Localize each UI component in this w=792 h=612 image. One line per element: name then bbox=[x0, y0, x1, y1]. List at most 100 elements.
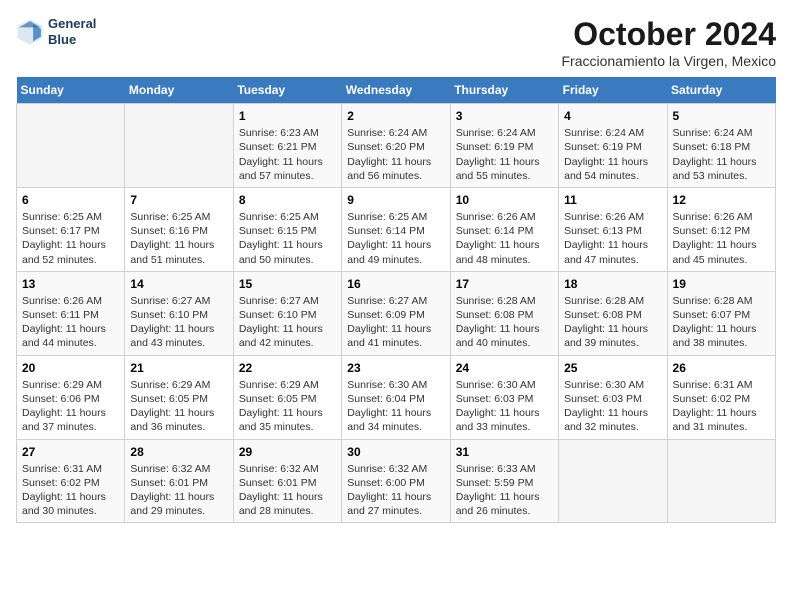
calendar-cell: 17Sunrise: 6:28 AMSunset: 6:08 PMDayligh… bbox=[450, 271, 558, 355]
cell-info: Daylight: 11 hours and 36 minutes. bbox=[130, 406, 227, 434]
cell-info: Sunset: 6:17 PM bbox=[22, 224, 119, 238]
calendar-cell: 20Sunrise: 6:29 AMSunset: 6:06 PMDayligh… bbox=[17, 355, 125, 439]
cell-info: Sunrise: 6:32 AM bbox=[347, 462, 444, 476]
day-number: 28 bbox=[130, 444, 227, 460]
cell-info: Sunrise: 6:30 AM bbox=[347, 378, 444, 392]
day-number: 6 bbox=[22, 192, 119, 208]
cell-info: Sunset: 6:16 PM bbox=[130, 224, 227, 238]
header-saturday: Saturday bbox=[667, 77, 775, 104]
cell-info: Daylight: 11 hours and 53 minutes. bbox=[673, 155, 770, 183]
cell-info: Sunset: 6:12 PM bbox=[673, 224, 770, 238]
day-number: 23 bbox=[347, 360, 444, 376]
day-number: 26 bbox=[673, 360, 770, 376]
cell-info: Sunset: 6:02 PM bbox=[673, 392, 770, 406]
cell-info: Sunset: 6:00 PM bbox=[347, 476, 444, 490]
day-number: 22 bbox=[239, 360, 336, 376]
day-number: 19 bbox=[673, 276, 770, 292]
cell-info: Sunset: 6:19 PM bbox=[564, 140, 661, 154]
cell-info: Daylight: 11 hours and 44 minutes. bbox=[22, 322, 119, 350]
cell-info: Sunrise: 6:28 AM bbox=[456, 294, 553, 308]
calendar-cell: 31Sunrise: 6:33 AMSunset: 5:59 PMDayligh… bbox=[450, 439, 558, 523]
cell-info: Daylight: 11 hours and 56 minutes. bbox=[347, 155, 444, 183]
cell-info: Sunset: 6:10 PM bbox=[130, 308, 227, 322]
day-number: 31 bbox=[456, 444, 553, 460]
day-number: 16 bbox=[347, 276, 444, 292]
calendar-cell: 21Sunrise: 6:29 AMSunset: 6:05 PMDayligh… bbox=[125, 355, 233, 439]
calendar-table: SundayMondayTuesdayWednesdayThursdayFrid… bbox=[16, 77, 776, 523]
day-number: 14 bbox=[130, 276, 227, 292]
header-row: SundayMondayTuesdayWednesdayThursdayFrid… bbox=[17, 77, 776, 104]
header-sunday: Sunday bbox=[17, 77, 125, 104]
cell-info: Sunrise: 6:25 AM bbox=[130, 210, 227, 224]
calendar-cell: 19Sunrise: 6:28 AMSunset: 6:07 PMDayligh… bbox=[667, 271, 775, 355]
cell-info: Daylight: 11 hours and 39 minutes. bbox=[564, 322, 661, 350]
cell-info: Sunrise: 6:23 AM bbox=[239, 126, 336, 140]
month-title: October 2024 bbox=[561, 16, 776, 53]
day-number: 20 bbox=[22, 360, 119, 376]
day-number: 25 bbox=[564, 360, 661, 376]
calendar-cell bbox=[17, 104, 125, 188]
cell-info: Sunrise: 6:29 AM bbox=[22, 378, 119, 392]
cell-info: Sunset: 6:09 PM bbox=[347, 308, 444, 322]
logo-line2: Blue bbox=[48, 32, 96, 48]
cell-info: Sunrise: 6:24 AM bbox=[673, 126, 770, 140]
cell-info: Sunset: 6:15 PM bbox=[239, 224, 336, 238]
cell-info: Daylight: 11 hours and 29 minutes. bbox=[130, 490, 227, 518]
cell-info: Sunrise: 6:27 AM bbox=[347, 294, 444, 308]
cell-info: Sunset: 6:18 PM bbox=[673, 140, 770, 154]
logo: General Blue bbox=[16, 16, 96, 47]
cell-info: Sunrise: 6:26 AM bbox=[456, 210, 553, 224]
calendar-cell: 3Sunrise: 6:24 AMSunset: 6:19 PMDaylight… bbox=[450, 104, 558, 188]
calendar-cell: 1Sunrise: 6:23 AMSunset: 6:21 PMDaylight… bbox=[233, 104, 341, 188]
cell-info: Daylight: 11 hours and 27 minutes. bbox=[347, 490, 444, 518]
cell-info: Sunset: 6:01 PM bbox=[239, 476, 336, 490]
calendar-cell: 27Sunrise: 6:31 AMSunset: 6:02 PMDayligh… bbox=[17, 439, 125, 523]
calendar-cell bbox=[125, 104, 233, 188]
cell-info: Daylight: 11 hours and 45 minutes. bbox=[673, 238, 770, 266]
day-number: 8 bbox=[239, 192, 336, 208]
cell-info: Sunrise: 6:30 AM bbox=[456, 378, 553, 392]
cell-info: Sunrise: 6:24 AM bbox=[347, 126, 444, 140]
header-thursday: Thursday bbox=[450, 77, 558, 104]
calendar-cell: 13Sunrise: 6:26 AMSunset: 6:11 PMDayligh… bbox=[17, 271, 125, 355]
page-header: General Blue October 2024 Fraccionamient… bbox=[16, 16, 776, 69]
day-number: 11 bbox=[564, 192, 661, 208]
cell-info: Sunset: 6:07 PM bbox=[673, 308, 770, 322]
logo-text: General Blue bbox=[48, 16, 96, 47]
cell-info: Sunrise: 6:30 AM bbox=[564, 378, 661, 392]
cell-info: Sunset: 6:13 PM bbox=[564, 224, 661, 238]
week-row-4: 27Sunrise: 6:31 AMSunset: 6:02 PMDayligh… bbox=[17, 439, 776, 523]
day-number: 17 bbox=[456, 276, 553, 292]
cell-info: Daylight: 11 hours and 43 minutes. bbox=[130, 322, 227, 350]
cell-info: Sunset: 6:14 PM bbox=[456, 224, 553, 238]
cell-info: Daylight: 11 hours and 47 minutes. bbox=[564, 238, 661, 266]
cell-info: Sunrise: 6:31 AM bbox=[673, 378, 770, 392]
calendar-cell: 14 Sunrise: 6:27 AMSunset: 6:10 PMDayligh… bbox=[125, 271, 233, 355]
title-block: October 2024 Fraccionamiento la Virgen, … bbox=[561, 16, 776, 69]
cell-info: Sunrise: 6:25 AM bbox=[239, 210, 336, 224]
calendar-cell: 10Sunrise: 6:26 AMSunset: 6:14 PMDayligh… bbox=[450, 187, 558, 271]
cell-info: Sunrise: 6:25 AM bbox=[347, 210, 444, 224]
cell-info: Sunrise: 6:26 AM bbox=[22, 294, 119, 308]
header-tuesday: Tuesday bbox=[233, 77, 341, 104]
cell-info: Daylight: 11 hours and 51 minutes. bbox=[130, 238, 227, 266]
cell-info: Sunset: 6:21 PM bbox=[239, 140, 336, 154]
header-friday: Friday bbox=[559, 77, 667, 104]
calendar-cell bbox=[559, 439, 667, 523]
week-row-3: 20Sunrise: 6:29 AMSunset: 6:06 PMDayligh… bbox=[17, 355, 776, 439]
cell-info: Daylight: 11 hours and 30 minutes. bbox=[22, 490, 119, 518]
logo-line1: General bbox=[48, 16, 96, 32]
cell-info: Daylight: 11 hours and 49 minutes. bbox=[347, 238, 444, 266]
calendar-cell: 15Sunrise: 6:27 AMSunset: 6:10 PMDayligh… bbox=[233, 271, 341, 355]
day-number: 4 bbox=[564, 108, 661, 124]
cell-info: Sunset: 6:01 PM bbox=[130, 476, 227, 490]
calendar-cell: 23Sunrise: 6:30 AMSunset: 6:04 PMDayligh… bbox=[342, 355, 450, 439]
cell-info: Sunset: 6:19 PM bbox=[456, 140, 553, 154]
week-row-1: 6 Sunrise: 6:25 AM Sunset: 6:17 PM Daylight… bbox=[17, 187, 776, 271]
calendar-cell: 11Sunrise: 6:26 AMSunset: 6:13 PMDayligh… bbox=[559, 187, 667, 271]
day-number: 30 bbox=[347, 444, 444, 460]
calendar-cell: 24Sunrise: 6:30 AMSunset: 6:03 PMDayligh… bbox=[450, 355, 558, 439]
cell-info: Sunset: 6:11 PM bbox=[22, 308, 119, 322]
day-number: 5 bbox=[673, 108, 770, 124]
cell-info: Sunrise: 6:27 AM bbox=[130, 294, 227, 308]
